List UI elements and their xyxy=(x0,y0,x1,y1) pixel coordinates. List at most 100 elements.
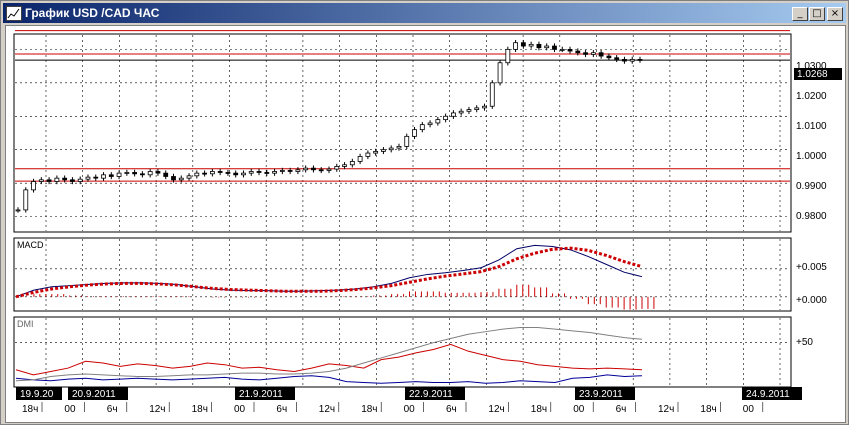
date-label: 20.9.2011 xyxy=(72,389,116,400)
candle-body xyxy=(349,161,355,166)
hour-label: 18ч xyxy=(22,404,38,415)
title-bar[interactable]: График USD /CAD ЧАС _ □ × xyxy=(3,3,846,23)
hour-label: 6ч xyxy=(616,404,627,415)
price-tick-1: 0.9900 xyxy=(796,181,827,192)
price-tick-4: 1.0200 xyxy=(796,91,827,102)
macd-label: MACD xyxy=(17,240,44,250)
candle-body xyxy=(256,171,262,173)
hour-label: 00 xyxy=(743,404,755,415)
candle-body xyxy=(544,45,550,49)
candle-body xyxy=(264,172,270,174)
candle-body xyxy=(427,122,433,126)
hour-label: 18ч xyxy=(531,404,547,415)
candle-body xyxy=(388,147,394,151)
candle-body xyxy=(365,152,371,157)
hour-label: 6ч xyxy=(446,404,457,415)
candle-body xyxy=(520,42,526,47)
price-tick-0: 0.9800 xyxy=(796,211,827,222)
candle-body xyxy=(23,189,29,211)
candle-body xyxy=(194,172,200,177)
candle-body xyxy=(85,176,91,180)
candle-body xyxy=(326,168,332,171)
candle-body xyxy=(248,171,254,174)
candle-body xyxy=(46,179,52,182)
hour-label: 12ч xyxy=(319,404,335,415)
candle-body xyxy=(598,52,604,57)
hour-label: 00 xyxy=(234,404,246,415)
candle-body xyxy=(381,149,386,152)
candle-body xyxy=(435,119,441,124)
candle-body xyxy=(202,172,208,175)
candle-body xyxy=(466,109,472,112)
candle-body xyxy=(474,107,480,110)
candle-body xyxy=(15,209,21,212)
candle-body xyxy=(629,59,635,62)
candle-body xyxy=(443,115,449,121)
candle-body xyxy=(101,174,106,179)
hour-label: 00 xyxy=(573,404,585,415)
hour-label: 12ч xyxy=(149,404,165,415)
candle-body xyxy=(334,166,340,170)
dmi-label: DMI xyxy=(17,319,34,329)
price-tick-2: 1.0000 xyxy=(796,151,827,162)
chart-window: График USD /CAD ЧАС _ □ × 0.9800 0.9900 … xyxy=(0,0,849,425)
hour-label: 6ч xyxy=(107,404,118,415)
candle-body xyxy=(637,59,643,61)
candle-body xyxy=(505,48,511,64)
close-button[interactable]: × xyxy=(827,7,843,21)
candle-body xyxy=(583,52,588,55)
candle-body xyxy=(77,178,83,182)
candle-body xyxy=(590,52,596,55)
hour-label: 18ч xyxy=(700,404,716,415)
candle-body xyxy=(295,169,301,172)
candle-body xyxy=(412,129,417,137)
dmi-tick-0: +50 xyxy=(796,337,813,348)
candle-body xyxy=(357,156,363,162)
candle-body xyxy=(458,110,464,114)
candle-body xyxy=(311,167,316,171)
candle-body xyxy=(124,172,130,174)
candle-body xyxy=(318,169,324,172)
candle-body xyxy=(54,177,60,182)
chart-area: 0.9800 0.9900 1.0000 1.0100 1.0200 1.030… xyxy=(5,25,846,423)
candle-body xyxy=(419,124,425,131)
date-label: 19.9.20 xyxy=(20,389,54,400)
candle-body xyxy=(513,42,519,50)
candle-body xyxy=(178,177,184,181)
current-price-label: 1.0268 xyxy=(797,69,828,80)
candle-body xyxy=(116,172,122,177)
price-tick-3: 1.0100 xyxy=(796,121,827,132)
candle-body xyxy=(279,170,285,172)
candle-body xyxy=(132,172,138,175)
time-axis: 19.9.20 20.9.2011 21.9.2011 22.9.2011 23.9.2… xyxy=(16,387,802,415)
candle-body xyxy=(489,82,495,107)
hour-label: 6ч xyxy=(276,404,287,415)
candle-body xyxy=(528,43,534,47)
hour-label: 00 xyxy=(64,404,76,415)
macd-tick-1: +0.005 xyxy=(796,262,827,273)
date-label: 21.9.2011 xyxy=(239,389,283,400)
date-label: 23.9.2011 xyxy=(579,389,623,400)
maximize-button[interactable]: □ xyxy=(809,7,825,21)
candle-body xyxy=(225,172,231,174)
price-panel-frame xyxy=(13,33,792,233)
candle-body xyxy=(482,105,487,109)
candle-body xyxy=(209,171,215,175)
date-label: 24.9.2011 xyxy=(746,389,790,400)
window-title: График USD /CAD ЧАС xyxy=(25,6,160,20)
date-label: 22.9.2011 xyxy=(409,389,453,400)
chart-canvas[interactable]: 0.9800 0.9900 1.0000 1.0100 1.0200 1.030… xyxy=(6,26,845,422)
minimize-button[interactable]: _ xyxy=(792,7,808,21)
hour-label: 12ч xyxy=(488,404,504,415)
candle-body xyxy=(62,177,68,181)
candle-body xyxy=(497,62,503,84)
candle-body xyxy=(147,171,153,176)
candle-body xyxy=(233,172,239,176)
candle-body xyxy=(31,181,36,191)
candle-body xyxy=(163,172,169,177)
candle-body xyxy=(373,150,379,154)
candle-body xyxy=(38,179,44,182)
chart-app-icon xyxy=(6,6,22,21)
hour-label: 00 xyxy=(404,404,416,415)
macd-panel-frame xyxy=(13,237,792,312)
